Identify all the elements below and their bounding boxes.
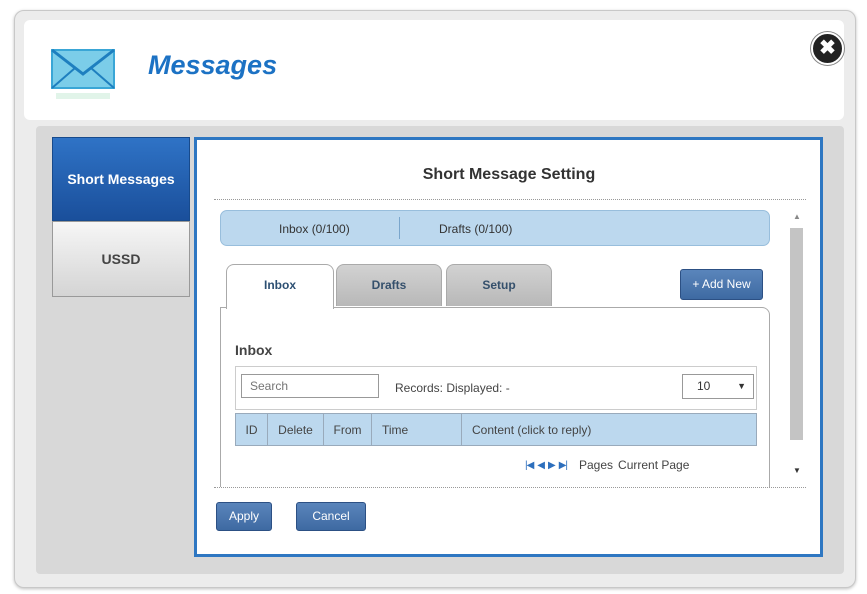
first-page-icon[interactable]: |◀ bbox=[525, 460, 534, 471]
current-page-label: Current Page bbox=[618, 458, 690, 472]
scroll-down-icon[interactable]: ▼ bbox=[793, 466, 801, 475]
scroll-up-icon[interactable]: ▲ bbox=[793, 212, 801, 221]
column-header-from[interactable]: From bbox=[324, 414, 372, 445]
messages-table-header: ID Delete From Time Content (click to re… bbox=[235, 413, 757, 446]
divider bbox=[214, 199, 806, 200]
page-size-select[interactable]: 10 ▼ bbox=[682, 374, 754, 399]
add-new-button[interactable]: + Add New bbox=[680, 269, 763, 300]
tab-label: Setup bbox=[482, 278, 516, 292]
pager: |◀ ◀ ▶ ▶| Pages Current Page bbox=[525, 458, 689, 472]
sidebar-item-short-messages[interactable]: Short Messages bbox=[52, 137, 190, 221]
column-header-content[interactable]: Content (click to reply) bbox=[462, 414, 756, 445]
pages-label: Pages bbox=[579, 458, 614, 472]
tab-label: Inbox bbox=[264, 278, 296, 292]
sidebar-item-label: USSD bbox=[101, 251, 141, 267]
tab-label: Drafts bbox=[371, 278, 407, 292]
table-toolbar: Records: Displayed: - 10 ▼ bbox=[235, 366, 757, 410]
close-icon: ✖ bbox=[819, 37, 836, 59]
sidebar-item-ussd[interactable]: USSD bbox=[52, 221, 190, 297]
dialog-header bbox=[24, 20, 844, 120]
close-button[interactable]: ✖ bbox=[811, 32, 844, 65]
section-title: Short Message Setting bbox=[422, 166, 596, 183]
drafts-count: Drafts (0/100) bbox=[439, 222, 513, 236]
next-page-icon[interactable]: ▶ bbox=[548, 460, 556, 471]
page-title: Messages bbox=[148, 50, 278, 80]
column-header-id[interactable]: ID bbox=[236, 414, 268, 445]
last-page-icon[interactable]: ▶| bbox=[559, 460, 568, 471]
apply-button[interactable]: Apply bbox=[216, 502, 272, 531]
column-header-time[interactable]: Time bbox=[372, 414, 462, 445]
page-size-value: 10 bbox=[697, 379, 711, 393]
column-header-delete[interactable]: Delete bbox=[268, 414, 324, 445]
divider bbox=[399, 217, 400, 239]
cancel-button[interactable]: Cancel bbox=[296, 502, 366, 531]
tab-drafts[interactable]: Drafts bbox=[336, 264, 442, 306]
search-input[interactable] bbox=[241, 374, 379, 398]
sidebar-item-label: Short Messages bbox=[67, 171, 175, 187]
envelope-icon bbox=[50, 48, 120, 100]
prev-page-icon[interactable]: ◀ bbox=[537, 460, 545, 471]
tab-inbox[interactable]: Inbox bbox=[226, 264, 334, 309]
scrollbar-thumb[interactable] bbox=[790, 228, 803, 440]
inbox-panel: Inbox Records: Displayed: - 10 ▼ ID Dele… bbox=[220, 307, 770, 487]
chevron-down-icon: ▼ bbox=[737, 381, 746, 391]
summary-bar: Inbox (0/100) Drafts (0/100) bbox=[220, 210, 770, 246]
tab-setup[interactable]: Setup bbox=[446, 264, 552, 306]
divider bbox=[214, 487, 806, 488]
scrollbar[interactable]: ▲ ▼ bbox=[789, 210, 805, 480]
panel-heading: Inbox bbox=[235, 342, 273, 358]
inbox-count: Inbox (0/100) bbox=[279, 222, 350, 236]
records-text: Records: Displayed: - bbox=[395, 381, 510, 395]
